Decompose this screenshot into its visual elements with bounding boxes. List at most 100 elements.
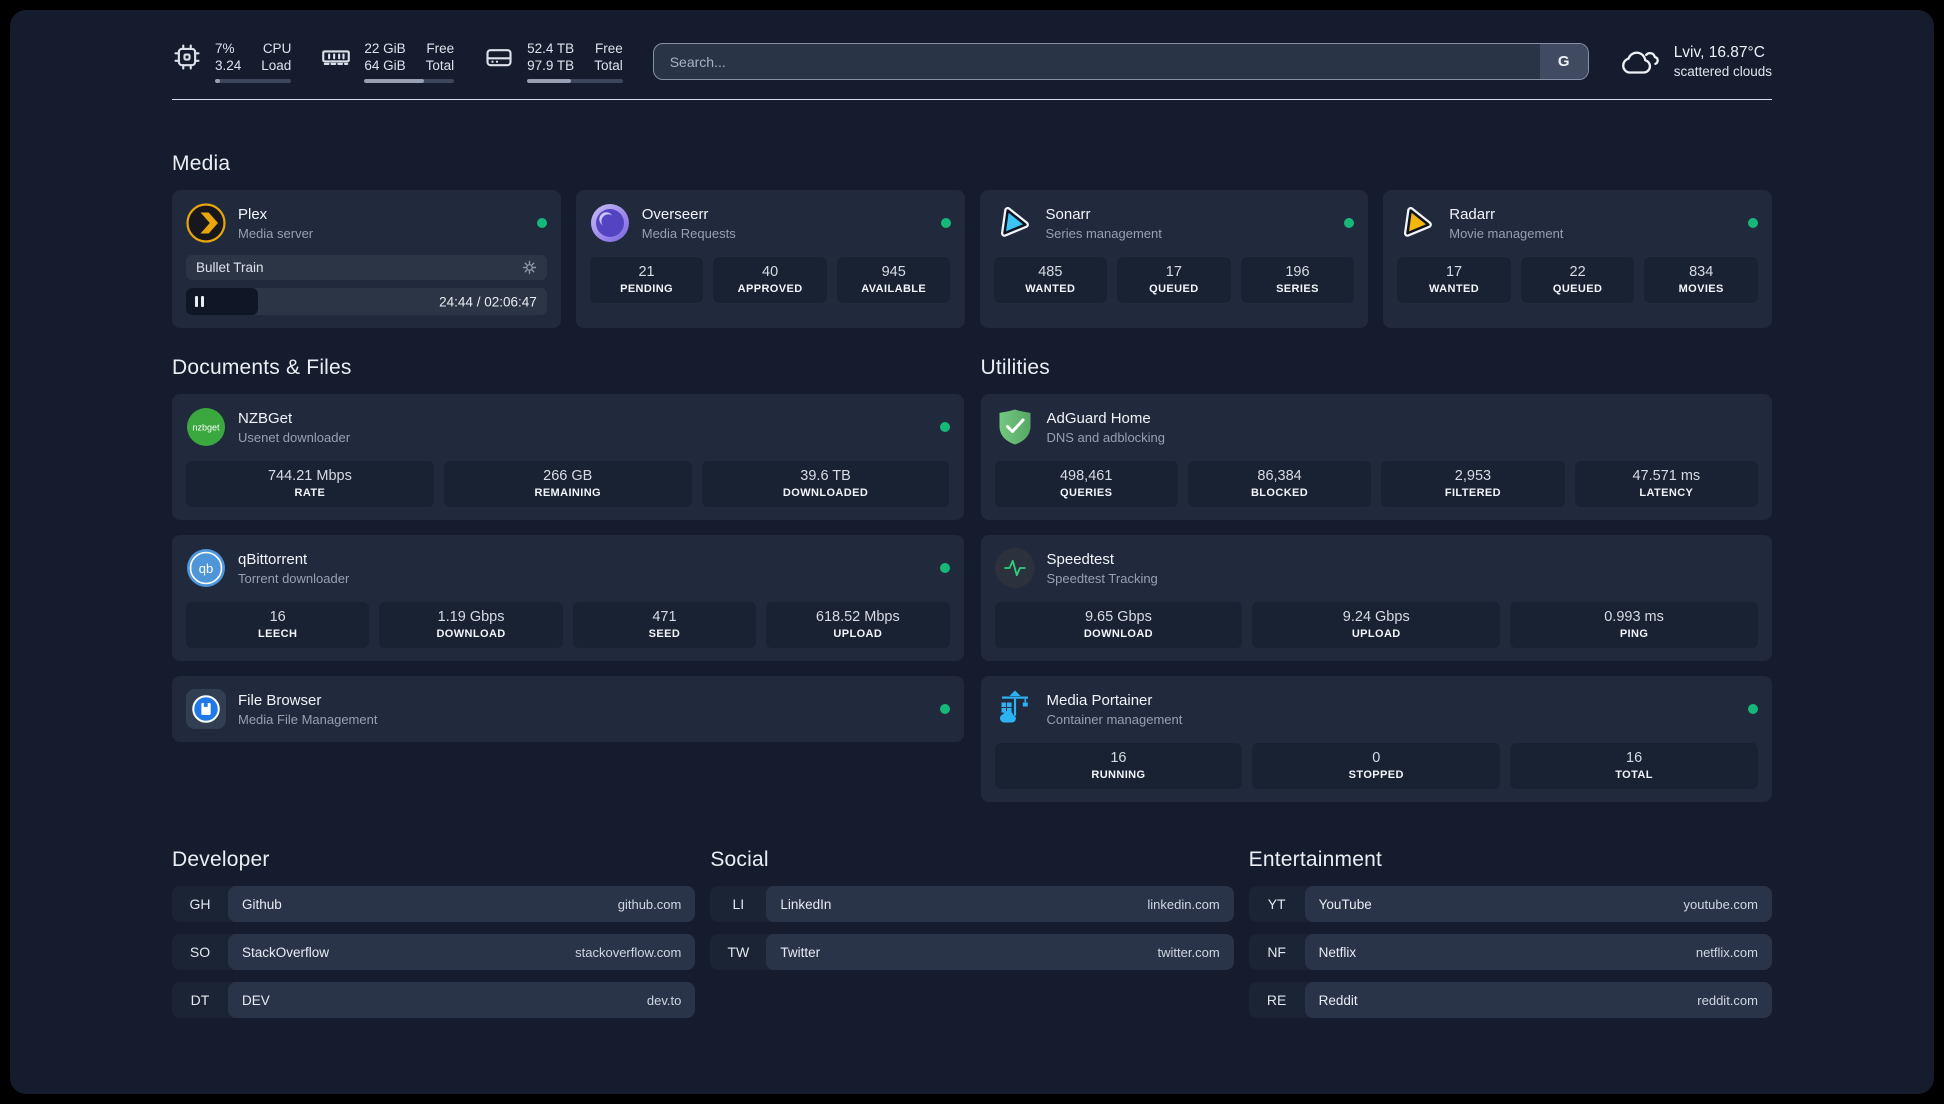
entertainment-section: Entertainment YT YouTube youtube.com NF … [1248,848,1772,1018]
bookmark-reddit[interactable]: RE Reddit reddit.com [1248,982,1772,1018]
service-description: Usenet downloader [238,429,351,445]
service-description: Media server [238,225,314,241]
stat-total: 16 TOTAL [1510,743,1758,789]
service-name: File Browser [238,691,322,709]
bookmark-linkedin[interactable]: LI LinkedIn linkedin.com [710,886,1234,922]
bookmark-netflix[interactable]: NF Netflix netflix.com [1248,934,1772,970]
service-name: Overseerr [641,205,709,223]
cpu-values: 7% 3.24 [215,41,242,73]
bookmark-youtube[interactable]: YT YouTube youtube.com [1248,886,1772,922]
utilities-section: Utilities AdGuard Home DNS and adblockin… [980,356,1772,802]
bookmark-abbr: DT [190,992,210,1008]
bookmark-dev[interactable]: DT DEV dev.to [172,982,696,1018]
service-link-plex[interactable]: Plex Media server [186,203,547,243]
resource-widgets: 7% 3.24 CPU Load 22 GiB 64 GiB Free Tota… [172,40,623,83]
bookmark-abbr: SO [189,944,211,960]
section-title-entertainment: Entertainment [1248,848,1382,871]
bookmark-twitter[interactable]: TW Twitter twitter.com [710,934,1234,970]
memory-progress-bar [364,79,455,83]
bookmark-name: LinkedIn [780,896,832,912]
memory-widget: 22 GiB 64 GiB Free Total [321,40,455,83]
status-dot [939,422,950,432]
service-link-nzbget[interactable]: nzbget NZBGet Usenet downloader [186,407,950,447]
pause-icon[interactable] [195,296,204,307]
overseerr-icon [590,203,630,243]
memory-icon [321,42,351,72]
status-dot [1748,218,1758,228]
disk-widget: 52.4 TB 97.9 TB Free Total [484,40,623,83]
service-card-nzbget: nzbget NZBGet Usenet downloader 744.21 M… [172,394,964,520]
now-playing-title: Bullet Train [196,260,264,275]
search-input[interactable] [653,44,1540,79]
service-description: DNS and adblocking [1046,429,1166,445]
service-link-qbittorrent[interactable]: qb qBittorrent Torrent downloader [186,548,950,588]
portainer-icon [995,689,1035,729]
bookmark-url: stackoverflow.com [575,944,682,960]
bookmark-abbr: GH [189,896,211,912]
disk-labels: Free Total [594,41,623,73]
service-link-radarr[interactable]: Radarr Movie management [1397,203,1758,243]
service-description: Speedtest Tracking [1046,570,1158,586]
service-card-qbittorrent: qb qBittorrent Torrent downloader 16 LEE… [172,535,964,661]
bookmark-url: netflix.com [1695,944,1758,960]
cpu-widget: 7% 3.24 CPU Load [172,40,292,83]
stat-running: 16 RUNNING [994,743,1243,789]
stat-remaining: 266 GB REMAINING [443,461,692,507]
social-section: Social LI LinkedIn linkedin.com TW Twitt… [710,848,1234,1018]
service-description: Media File Management [238,711,378,727]
service-name: Radarr [1449,205,1496,223]
service-description: Torrent downloader [238,570,350,586]
section-title-social: Social [710,848,769,871]
stat-wanted: 17 WANTED [1397,257,1511,303]
stat-available: 945 AVAILABLE [836,257,951,303]
cpu-labels: CPU Load [261,41,292,73]
svg-text:nzbget: nzbget [192,423,220,433]
bookmark-name: StackOverflow [242,944,330,960]
bookmark-github[interactable]: GH Github github.com [172,886,696,922]
service-link-filebrowser[interactable]: File Browser Media File Management [186,689,950,729]
stat-queued: 17 QUEUED [1117,257,1231,303]
stat-latency: 47.571 ms LATENCY [1574,461,1758,507]
service-link-adguard[interactable]: AdGuard Home DNS and adblocking [995,407,1759,447]
bookmark-name: DEV [242,992,270,1008]
section-title-media: Media [172,152,231,175]
service-card-overseerr: Overseerr Media Requests 21 PENDING 40 A… [575,190,965,328]
stat-upload: 618.52 Mbps UPLOAD [766,602,950,648]
stat-upload: 9.24 Gbps UPLOAD [1252,602,1501,648]
bookmark-url: youtube.com [1683,896,1758,912]
service-link-portainer[interactable]: Media Portainer Container management [995,689,1758,729]
media-section: Plex Media server Bullet Train 24:44 / 0… [172,190,1772,328]
stat-seed: 471 SEED [572,602,757,648]
service-name: Plex [238,205,268,223]
documents-section: Documents & Files nzbget NZBGet Usenet d… [172,356,964,742]
bookmark-url: reddit.com [1697,992,1758,1008]
top-bar: 7% 3.24 CPU Load 22 GiB 64 GiB Free Tota… [172,40,1772,83]
status-dot [536,218,547,228]
service-card-adguard: AdGuard Home DNS and adblocking 498,461 … [980,394,1772,520]
service-link-sonarr[interactable]: Sonarr Series management [994,203,1355,243]
bookmark-abbr: YT [1267,896,1286,912]
weather-condition: scattered clouds [1673,63,1772,79]
bookmark-name: Twitter [780,944,821,960]
service-name: Sonarr [1045,205,1091,223]
svg-text:qb: qb [199,561,213,576]
status-dot [939,563,950,573]
service-name: Speedtest [1046,550,1115,568]
service-link-speedtest[interactable]: Speedtest Speedtest Tracking [994,548,1759,588]
search-provider-button[interactable]: G [1539,44,1588,79]
radarr-icon [1397,203,1437,243]
service-card-portainer: Media Portainer Container management 16 … [980,676,1772,802]
bookmark-stackoverflow[interactable]: SO StackOverflow stackoverflow.com [172,934,696,970]
service-link-overseerr[interactable]: Overseerr Media Requests [590,203,951,243]
search-bar: G [652,43,1589,80]
service-description: Container management [1046,711,1183,727]
bookmark-url: dev.to [646,992,682,1008]
service-description: Series management [1045,225,1162,241]
disk-values: 52.4 TB 97.9 TB [527,41,575,73]
stat-stopped: 0 STOPPED [1252,743,1501,789]
service-card-filebrowser: File Browser Media File Management [172,676,964,742]
bookmark-name: Github [242,896,282,912]
player-progress[interactable]: 24:44 / 02:06:47 [186,288,547,315]
stat-download: 1.19 Gbps DOWNLOAD [379,602,563,648]
cpu-progress-bar [215,79,292,83]
